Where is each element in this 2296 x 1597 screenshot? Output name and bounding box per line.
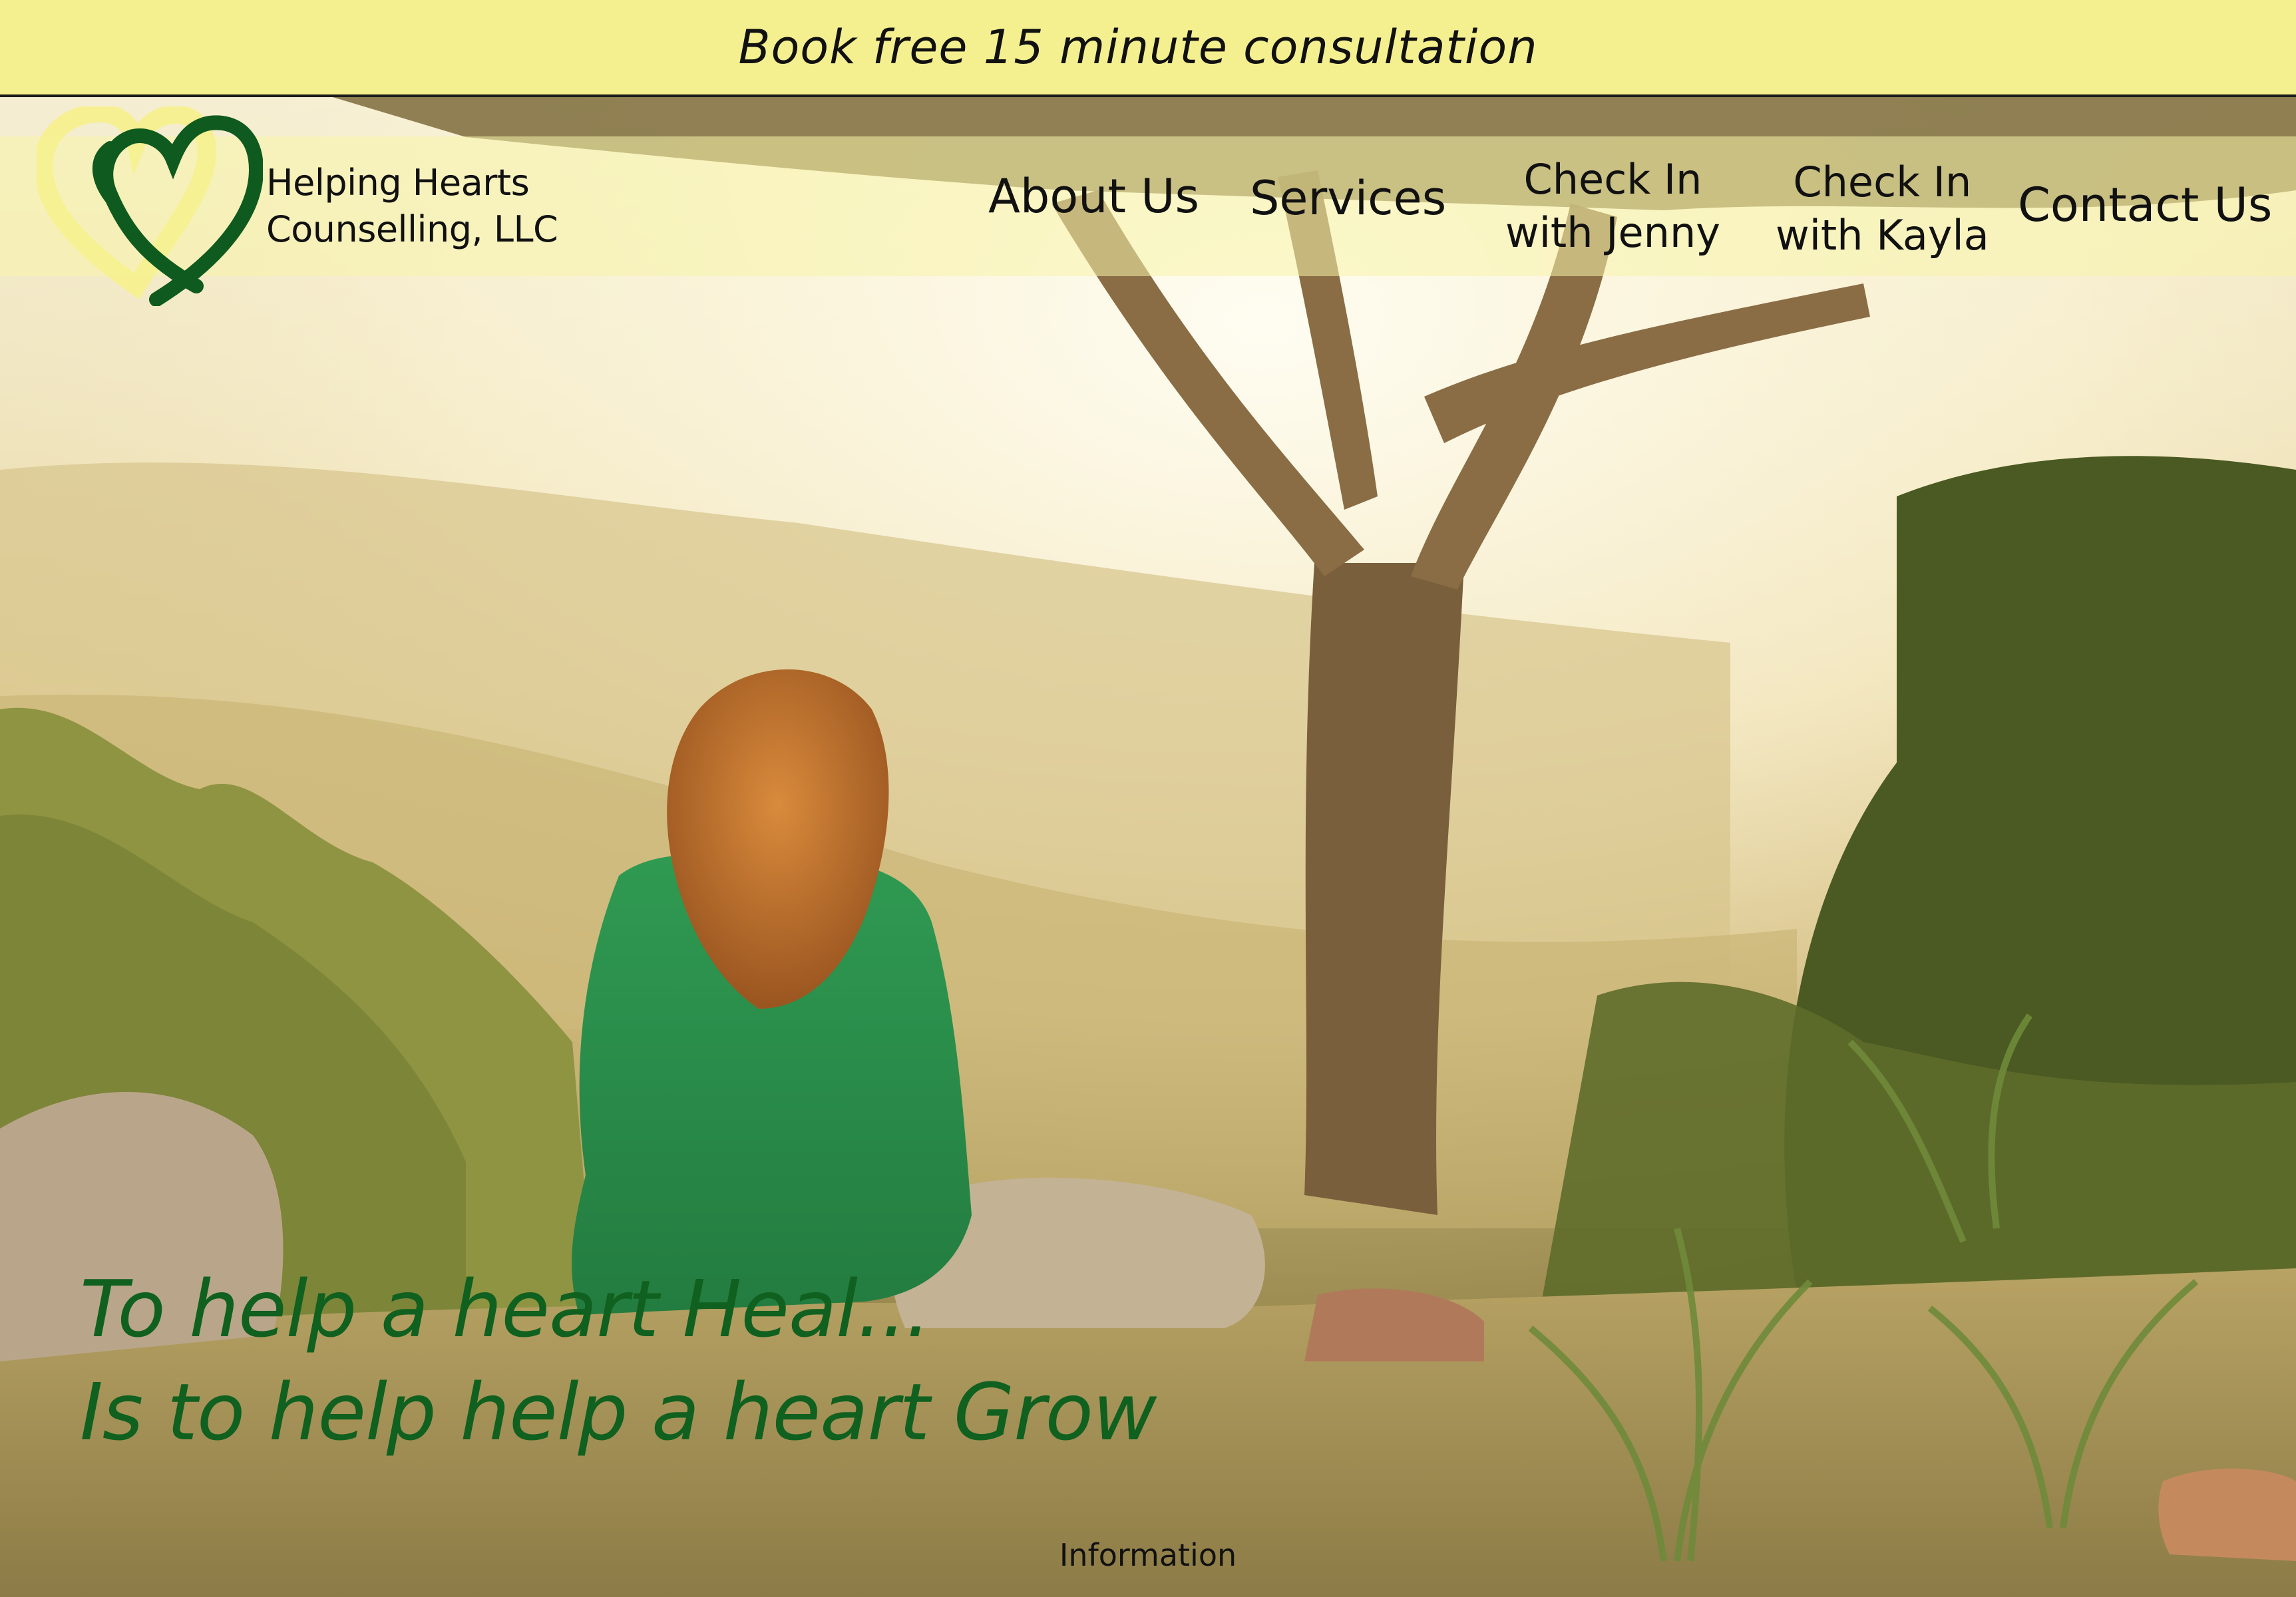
brand-line-1: Helping Hearts: [266, 162, 530, 204]
tagline-line-2: Is to help help a heart Grow: [80, 1366, 1157, 1458]
nav-about-us[interactable]: About Us: [988, 170, 1199, 223]
brand-name[interactable]: Helping Hearts Counselling, LLC: [266, 160, 558, 253]
book-consultation-link[interactable]: Book free 15 minute consultation: [738, 20, 1537, 75]
nav-check-in-jenny-line1: Check In: [1523, 155, 1702, 204]
nav-check-in-kayla-line1: Check In: [1793, 158, 1972, 206]
heart-logo-icon[interactable]: [37, 106, 263, 306]
nav-check-in-jenny-line2: with Jenny: [1505, 208, 1720, 257]
tagline-line-1: To help a heart Heal...: [80, 1263, 931, 1355]
nav-check-in-kayla[interactable]: Check In with Kayla: [1776, 156, 1989, 262]
nav-check-in-jenny[interactable]: Check In with Jenny: [1505, 153, 1720, 260]
hero-tagline: To help a heart Heal... Is to help help …: [80, 1258, 1157, 1464]
nav-contact-us[interactable]: Contact Us: [2018, 178, 2272, 232]
nav-services[interactable]: Services: [1250, 172, 1446, 225]
consultation-banner: Book free 15 minute consultation: [0, 0, 2296, 97]
nav-check-in-kayla-line2: with Kayla: [1776, 211, 1989, 260]
brand-line-2: Counselling, LLC: [266, 208, 558, 250]
information-link[interactable]: Information: [0, 1537, 2296, 1573]
